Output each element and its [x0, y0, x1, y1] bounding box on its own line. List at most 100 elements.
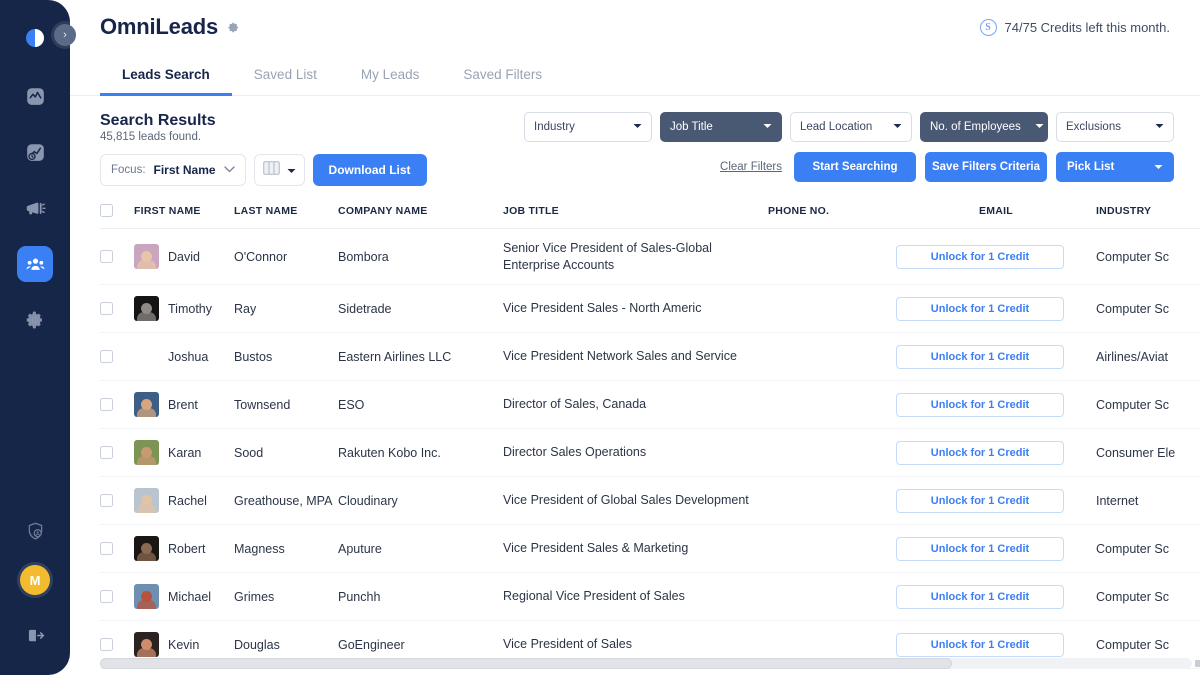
row-checkbox[interactable]	[100, 446, 113, 459]
th-email[interactable]: EMAIL	[896, 204, 1096, 229]
sidebar-bottom-group: M	[0, 513, 70, 675]
main-content: OmniLeads S 74/75 Credits left this mont…	[70, 0, 1200, 675]
lead-avatar	[134, 392, 159, 417]
filter-exclusions[interactable]: Exclusions	[1056, 112, 1174, 142]
filter-industry[interactable]: Industry	[524, 112, 652, 142]
unlock-email-button[interactable]: Unlock for 1 Credit	[896, 344, 1064, 369]
table-body: David O'Connor Bombora Senior Vice Presiden…	[100, 228, 1200, 669]
table-row[interactable]: Brent Townsend ESO Director of Sales, Canad…	[100, 380, 1200, 429]
cell-company-name: Punchh	[338, 572, 503, 621]
tab-saved-list[interactable]: Saved List	[232, 57, 339, 96]
row-checkbox[interactable]	[100, 250, 113, 263]
filter-job-title[interactable]: Job Title	[660, 112, 782, 142]
sidebar-item-reports[interactable]	[17, 134, 53, 170]
sidebar-top-group	[0, 0, 70, 338]
row-select-cell	[100, 228, 134, 285]
megaphone-icon	[26, 202, 46, 215]
cell-industry: Computer Sc	[1096, 284, 1200, 333]
row-checkbox[interactable]	[100, 398, 113, 411]
sidebar-logo[interactable]	[17, 20, 53, 56]
row-checkbox[interactable]	[100, 638, 113, 651]
cell-first-name: Rachel	[134, 476, 234, 525]
settings-gear-icon[interactable]	[227, 21, 240, 34]
first-name-text: Kevin	[168, 637, 200, 652]
table-row[interactable]: Joshua Bustos Eastern Airlines LLC Vice Pre…	[100, 332, 1200, 381]
row-checkbox[interactable]	[100, 542, 113, 555]
avatar[interactable]: M	[20, 565, 50, 595]
results-controls: Search Results 45,815 leads found. Focus…	[100, 112, 427, 186]
chevron-down-icon	[223, 165, 235, 175]
credit-coin-icon: S	[979, 18, 997, 36]
row-checkbox[interactable]	[100, 302, 113, 315]
row-select-cell	[100, 380, 134, 429]
tab-saved-filters[interactable]: Saved Filters	[441, 57, 564, 96]
unlock-email-button[interactable]: Unlock for 1 Credit	[896, 244, 1064, 269]
cell-email: Unlock for 1 Credit	[896, 332, 1096, 381]
select-all-checkbox[interactable]	[100, 204, 113, 217]
clear-filters-link[interactable]: Clear Filters	[720, 161, 782, 173]
cell-company-name: Aputure	[338, 524, 503, 573]
focus-value: First Name	[153, 163, 216, 177]
filter-lead-location[interactable]: Lead Location	[790, 112, 912, 142]
filter-job-title-label: Job Title	[670, 121, 713, 133]
row-select-cell	[100, 476, 134, 525]
topbar: OmniLeads S 74/75 Credits left this mont…	[70, 0, 1200, 40]
row-checkbox[interactable]	[100, 494, 113, 507]
th-company-name[interactable]: COMPANY NAME	[338, 204, 503, 229]
unlock-email-button[interactable]: Unlock for 1 Credit	[896, 296, 1064, 321]
save-filters-criteria-button[interactable]: Save Filters Criteria	[925, 152, 1047, 182]
unlock-email-button[interactable]: Unlock for 1 Credit	[896, 584, 1064, 609]
sidebar-expand-button[interactable]: ›	[54, 24, 76, 46]
table-row[interactable]: Karan Sood Rakuten Kobo Inc. Director Sales…	[100, 428, 1200, 477]
columns-icon	[262, 160, 280, 180]
cell-job-title: Senior Vice President of Sales-Global En…	[503, 228, 768, 285]
first-name-text: David	[168, 249, 200, 264]
tab-leads-search[interactable]: Leads Search	[100, 57, 232, 96]
row-select-cell	[100, 572, 134, 621]
sidebar-item-analytics[interactable]	[17, 78, 53, 114]
first-name-text: Rachel	[168, 493, 207, 508]
cell-company-name: Sidetrade	[338, 284, 503, 333]
cell-company-name: Cloudinary	[338, 476, 503, 525]
column-chooser[interactable]	[253, 154, 305, 186]
sidebar-item-leads[interactable]	[17, 246, 53, 282]
unlock-email-button[interactable]: Unlock for 1 Credit	[896, 536, 1064, 561]
sidebar-item-settings[interactable]	[17, 302, 53, 338]
lead-avatar	[134, 244, 159, 269]
th-industry[interactable]: INDUSTRY	[1096, 204, 1200, 229]
th-last-name[interactable]: LAST NAME	[234, 204, 338, 229]
table-row[interactable]: David O'Connor Bombora Senior Vice Presiden…	[100, 228, 1200, 285]
chevron-down-icon	[763, 123, 772, 131]
row-checkbox[interactable]	[100, 350, 113, 363]
th-job-title[interactable]: JOB TITLE	[503, 204, 768, 229]
cell-company-name: Rakuten Kobo Inc.	[338, 428, 503, 477]
th-phone-no[interactable]: PHONE NO.	[768, 204, 896, 229]
start-searching-button[interactable]: Start Searching	[794, 152, 916, 182]
unlock-email-button[interactable]: Unlock for 1 Credit	[896, 488, 1064, 513]
table-row[interactable]: Rachel Greathouse, MPA Cloudinary Vice Pres…	[100, 476, 1200, 525]
cell-last-name: Ray	[234, 284, 338, 333]
scrollbar-thumb[interactable]	[100, 658, 952, 669]
sidebar-item-privacy[interactable]	[17, 513, 53, 549]
filter-no-of-employees[interactable]: No. of Employees	[920, 112, 1048, 142]
first-name-text: Joshua	[168, 349, 209, 364]
th-first-name[interactable]: FIRST NAME	[134, 204, 234, 229]
focus-dropdown[interactable]: Focus: First Name	[100, 154, 246, 186]
cell-job-title: Vice President Sales - North Americ	[503, 284, 768, 333]
table-row[interactable]: Robert Magness Aputure Vice President Sales…	[100, 524, 1200, 573]
pick-list-button[interactable]: Pick List	[1056, 152, 1174, 182]
download-list-button[interactable]: Download List	[312, 154, 427, 186]
chevron-down-icon	[1035, 123, 1044, 131]
unlock-email-button[interactable]: Unlock for 1 Credit	[896, 392, 1064, 417]
sidebar-item-campaigns[interactable]	[17, 190, 53, 226]
cell-last-name: Sood	[234, 428, 338, 477]
table-row[interactable]: Timothy Ray Sidetrade Vice President Sales …	[100, 284, 1200, 333]
table-row[interactable]: Michael Grimes Punchh Regional Vice Preside…	[100, 572, 1200, 621]
unlock-email-button[interactable]: Unlock for 1 Credit	[896, 440, 1064, 465]
cell-industry: Internet	[1096, 476, 1200, 525]
horizontal-scrollbar[interactable]	[100, 658, 1200, 669]
unlock-email-button[interactable]: Unlock for 1 Credit	[896, 632, 1064, 657]
sidebar-item-logout[interactable]	[17, 617, 53, 653]
tab-my-leads[interactable]: My Leads	[339, 57, 442, 96]
row-checkbox[interactable]	[100, 590, 113, 603]
